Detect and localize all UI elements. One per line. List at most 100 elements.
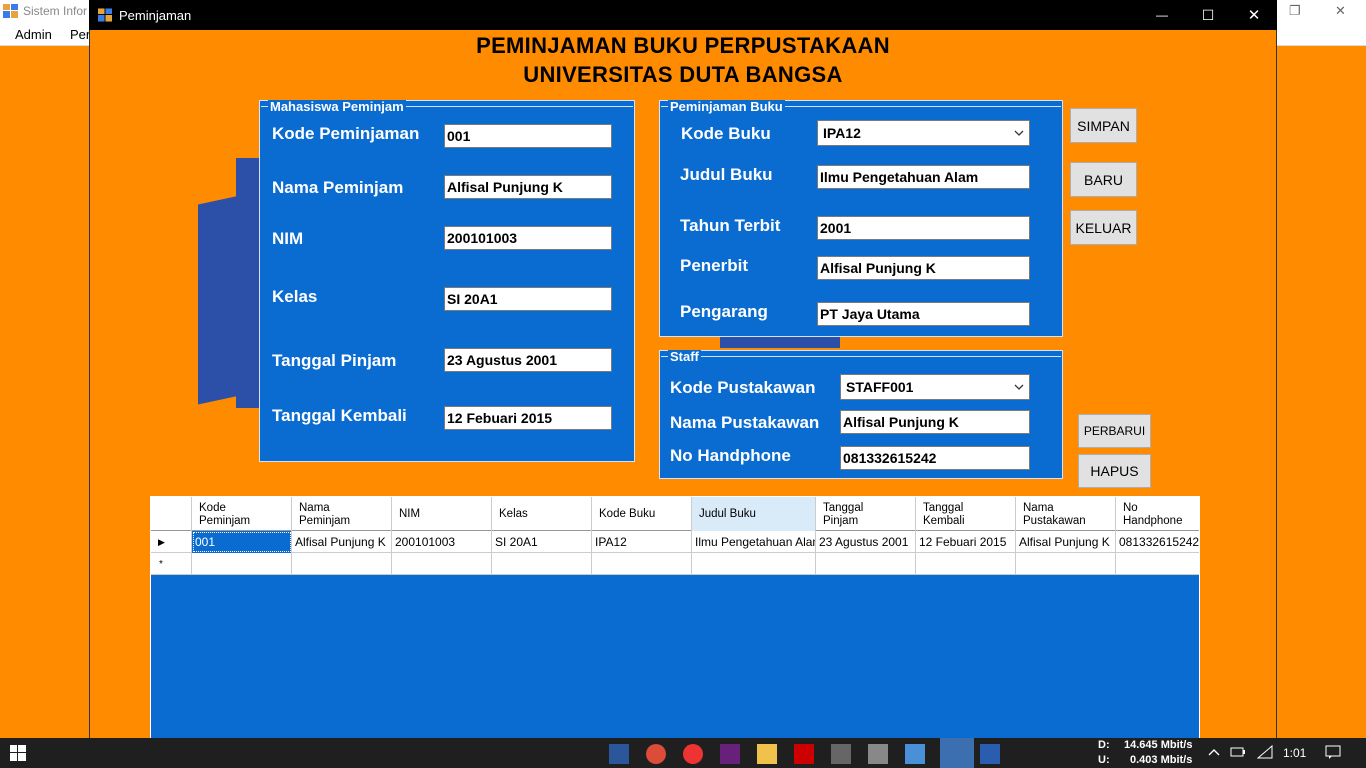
judul-buku-field[interactable]: Ilmu Pengetahuan Alam: [817, 165, 1030, 189]
kode-pustakawan-label: Kode Pustakawan: [670, 378, 816, 397]
cell-kode-buku[interactable]: IPA12: [592, 531, 692, 553]
app-icon[interactable]: [831, 744, 851, 764]
col-header-line1: Tanggal: [823, 502, 864, 514]
new-cell[interactable]: [392, 553, 492, 575]
no-handphone-field[interactable]: 081332615242: [840, 446, 1030, 470]
nim-field[interactable]: 200101003: [444, 226, 612, 250]
new-cell[interactable]: [192, 553, 292, 575]
pengarang-label: Pengarang: [680, 302, 768, 321]
col-header-line2: Kembali: [923, 515, 965, 527]
simpan-button[interactable]: SIMPAN: [1070, 108, 1137, 143]
menu-admin[interactable]: Admin: [15, 27, 52, 42]
col-kode-peminjam[interactable]: Kode Peminjam: [192, 497, 292, 531]
new-cell[interactable]: [816, 553, 916, 575]
photos-icon[interactable]: [980, 744, 1000, 764]
staff-group: Staff Kode Pustakawan STAFF001 Nama Pust…: [659, 350, 1063, 479]
penerbit-field[interactable]: Alfisal Punjung K: [817, 256, 1030, 280]
new-cell[interactable]: [292, 553, 392, 575]
minimize-button[interactable]: —: [1139, 0, 1185, 30]
file-explorer-icon[interactable]: [757, 744, 777, 764]
peminjaman-grid[interactable]: Kode Peminjam Nama Peminjam NIM Kelas Kode…: [150, 496, 1200, 768]
col-no-handphone[interactable]: No Handphone: [1116, 497, 1199, 531]
tanggal-kembali-field[interactable]: 12 Febuari 2015: [444, 406, 612, 430]
new-cell[interactable]: [592, 553, 692, 575]
cell-tanggal-pinjam[interactable]: 23 Agustus 2001: [816, 531, 916, 553]
new-cell[interactable]: [692, 553, 816, 575]
cell-tanggal-kembali[interactable]: 12 Febuari 2015: [916, 531, 1016, 553]
mahasiswa-group: Mahasiswa Peminjam Kode Peminjaman 001 N…: [259, 100, 635, 462]
dialog-title: Peminjaman: [119, 8, 192, 23]
visual-studio-icon[interactable]: [720, 744, 740, 764]
new-cell[interactable]: [492, 553, 592, 575]
maximize-button[interactable]: ☐: [1185, 0, 1231, 30]
no-handphone-label: No Handphone: [670, 446, 791, 465]
printer-icon[interactable]: [868, 744, 888, 764]
kelas-field[interactable]: SI 20A1: [444, 287, 612, 311]
tahun-terbit-field[interactable]: 2001: [817, 216, 1030, 240]
hapus-button[interactable]: HAPUS: [1078, 454, 1151, 488]
table-row[interactable]: ▶ 001 Alfisal Punjung K 200101003 SI 20A…: [151, 531, 1199, 553]
app-icon: [3, 4, 18, 18]
word-icon[interactable]: [609, 744, 629, 764]
chevron-down-icon[interactable]: [1013, 380, 1025, 394]
new-cell[interactable]: [1016, 553, 1116, 575]
net-u-value: 0.403 Mbit/s: [1130, 754, 1193, 766]
clock[interactable]: 1:01: [1283, 746, 1306, 760]
active-app-icon[interactable]: [940, 738, 974, 768]
menu-peminjaman[interactable]: Per: [70, 27, 90, 42]
baru-button[interactable]: BARU: [1070, 162, 1137, 197]
tanggal-pinjam-field[interactable]: 23 Agustus 2001: [444, 348, 612, 372]
cell-judul-buku[interactable]: Ilmu Pengetahuan Alam: [692, 531, 816, 553]
col-judul-buku[interactable]: Judul Buku: [692, 497, 816, 531]
nama-peminjam-label: Nama Peminjam: [272, 178, 404, 197]
col-nama-pustakawan[interactable]: Nama Pustakawan: [1016, 497, 1116, 531]
cell-kode-peminjam[interactable]: 001: [192, 531, 292, 553]
pdf-icon[interactable]: [794, 744, 814, 764]
cell-nama-pustakawan[interactable]: Alfisal Punjung K: [1016, 531, 1116, 553]
chevron-up-icon[interactable]: [1207, 747, 1221, 757]
perbarui-button[interactable]: PERBARUI: [1078, 414, 1151, 448]
chevron-down-icon[interactable]: [1013, 126, 1025, 140]
dialog-titlebar: Peminjaman — ☐ ✕: [89, 0, 1277, 30]
app-icon[interactable]: [683, 744, 703, 764]
col-tanggal-kembali[interactable]: Tanggal Kembali: [916, 497, 1016, 531]
new-row-indicator: *: [151, 553, 192, 575]
col-nama-peminjam[interactable]: Nama Peminjam: [292, 497, 392, 531]
col-tanggal-pinjam[interactable]: Tanggal Pinjam: [816, 497, 916, 531]
col-header-line1: No: [1123, 502, 1138, 514]
notification-icon[interactable]: [1325, 745, 1341, 759]
keluar-button[interactable]: KELUAR: [1070, 210, 1137, 245]
cell-kelas[interactable]: SI 20A1: [492, 531, 592, 553]
page-title-line2: UNIVERSITAS DUTA BANGSA: [523, 62, 843, 87]
nama-peminjam-field[interactable]: Alfisal Punjung K: [444, 175, 612, 199]
col-header-line1: Nama: [299, 502, 330, 514]
close-icon[interactable]: ✕: [1335, 3, 1346, 19]
cell-nim[interactable]: 200101003: [392, 531, 492, 553]
kode-buku-combobox[interactable]: IPA12: [817, 120, 1030, 146]
nama-pustakawan-field[interactable]: Alfisal Punjung K: [840, 410, 1030, 434]
col-kode-buku[interactable]: Kode Buku: [592, 497, 692, 531]
battery-icon[interactable]: [1230, 745, 1246, 759]
kode-pustakawan-combobox[interactable]: STAFF001: [840, 374, 1030, 400]
kode-peminjaman-field[interactable]: 001: [444, 124, 612, 148]
cell-no-handphone[interactable]: 081332615242: [1116, 531, 1199, 553]
close-button[interactable]: ✕: [1231, 0, 1277, 30]
col-header-line1: Judul Buku: [699, 508, 756, 520]
col-header-line2: Handphone: [1123, 515, 1183, 527]
net-u-label: U:: [1098, 754, 1110, 766]
windows-start-icon[interactable]: [10, 745, 26, 761]
col-nim[interactable]: NIM: [392, 497, 492, 531]
wifi-icon[interactable]: [1257, 745, 1273, 759]
new-row[interactable]: *: [151, 553, 1199, 575]
kode-pustakawan-value: STAFF001: [846, 379, 914, 395]
cell-nama-peminjam[interactable]: Alfisal Punjung K: [292, 531, 392, 553]
pengarang-field[interactable]: PT Jaya Utama: [817, 302, 1030, 326]
app-icon[interactable]: [905, 744, 925, 764]
restore-icon[interactable]: ❐: [1289, 3, 1301, 19]
new-cell[interactable]: [1116, 553, 1199, 575]
col-kelas[interactable]: Kelas: [492, 497, 592, 531]
new-cell[interactable]: [916, 553, 1016, 575]
chrome-icon[interactable]: [646, 744, 666, 764]
nim-label: NIM: [272, 229, 304, 248]
net-d-value: 14.645 Mbit/s: [1124, 739, 1193, 751]
